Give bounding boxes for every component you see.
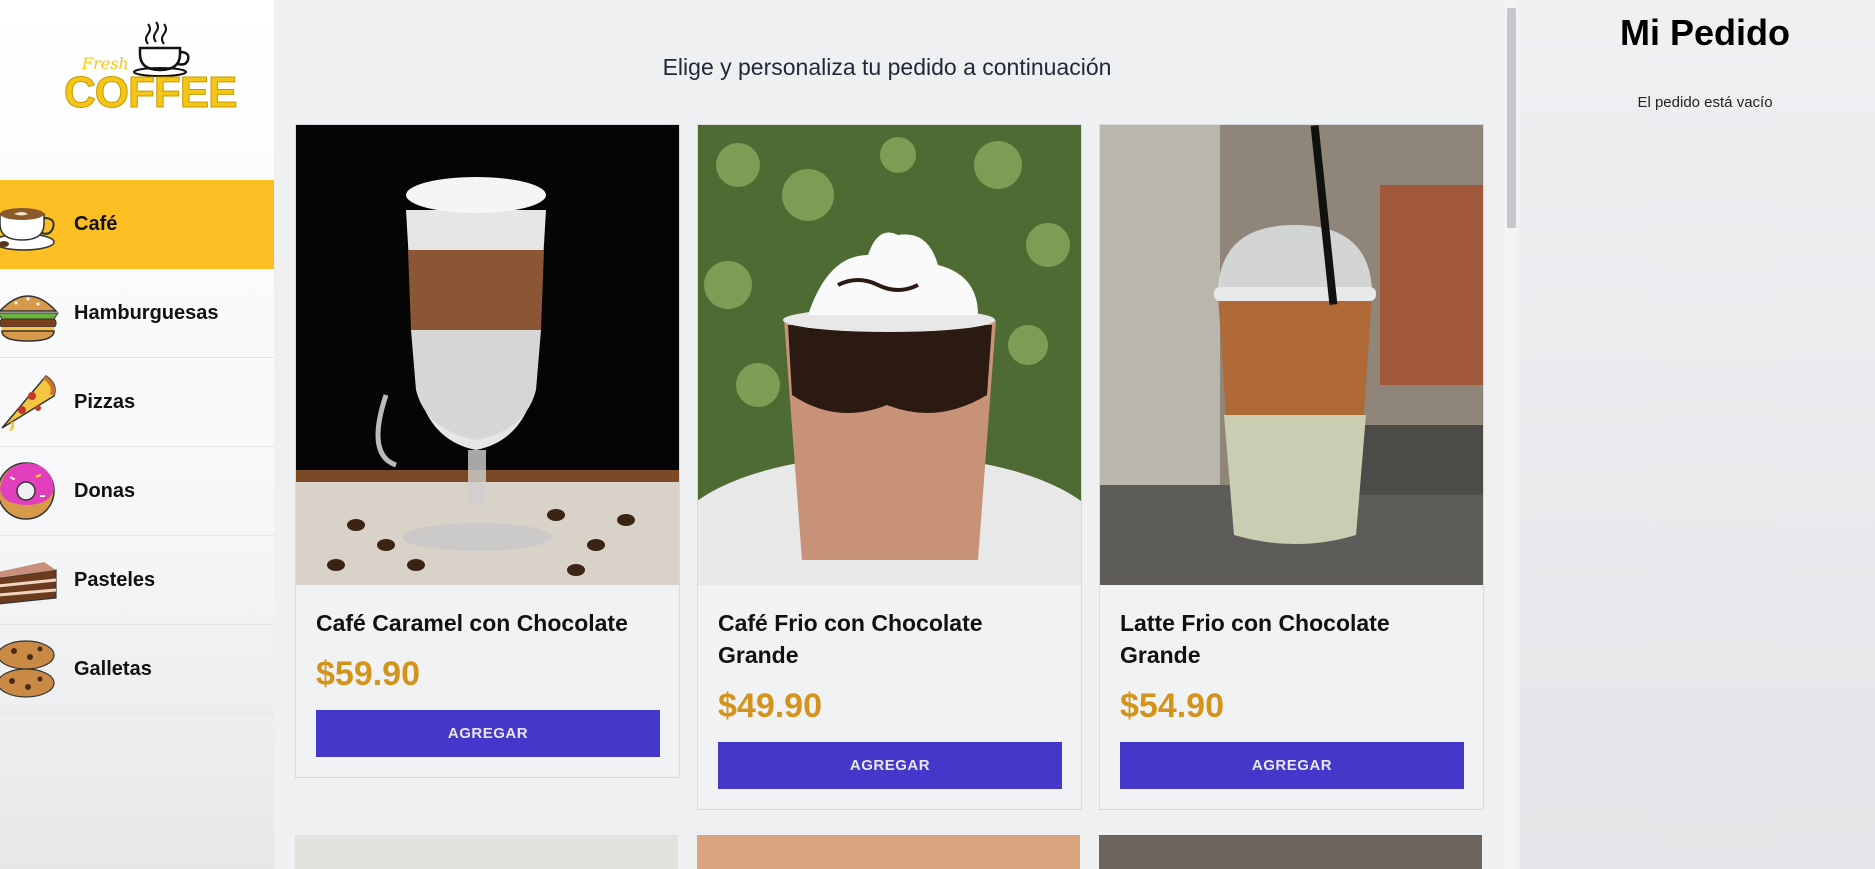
order-panel: Mi Pedido El pedido está vacío (1520, 0, 1875, 869)
main-scrollbar[interactable] (1505, 0, 1517, 869)
add-to-order-button[interactable]: AGREGAR (1120, 742, 1464, 789)
cake-icon (0, 562, 57, 605)
product-price: $54.90 (1120, 687, 1224, 725)
sidebar-item-label: Café (74, 212, 118, 235)
coffee-cup-icon (0, 208, 55, 251)
sidebar-item-label: Hamburguesas (74, 301, 219, 324)
add-to-order-button[interactable]: AGREGAR (316, 710, 660, 757)
sidebar-item-label: Galletas (74, 657, 152, 680)
scrollbar-thumb[interactable] (1507, 8, 1516, 228)
product-card: Latte Frio con Chocolate Grande $54.90 A… (1099, 124, 1484, 810)
donut-icon (0, 462, 55, 520)
sidebar-item-pasteles[interactable]: Pasteles (0, 536, 274, 625)
product-price: $49.90 (718, 687, 822, 725)
product-name: Café Caramel con Chocolate (316, 610, 628, 636)
burger-icon (0, 295, 59, 342)
product-card-body: Café Frio con Chocolate Grande $49.90 AG… (698, 585, 1081, 809)
sidebar-item-cafe[interactable]: Café (0, 180, 274, 269)
product-image (1100, 125, 1483, 585)
product-card-partial (697, 835, 1080, 869)
page-subtitle: Elige y personaliza tu pedido a continua… (662, 54, 1112, 80)
sidebar: Fresh COFFEE Café Hamburguesas Pizzas Do… (0, 0, 274, 869)
order-empty-message: El pedido está vacío (1637, 94, 1773, 111)
sidebar-item-label: Pasteles (74, 568, 156, 591)
sidebar-item-label: Pizzas (74, 390, 136, 413)
logo: Fresh COFFEE (60, 18, 238, 138)
product-name: Latte Frio con Chocolate Grande (1120, 610, 1390, 668)
product-image (698, 125, 1081, 585)
sidebar-item-galletas[interactable]: Galletas (0, 625, 274, 714)
logo-coffee-text: COFFEE (63, 68, 237, 118)
product-price: $59.90 (316, 655, 420, 693)
product-card: Café Caramel con Chocolate $59.90 AGREGA… (295, 124, 680, 778)
product-card: Café Frio con Chocolate Grande $49.90 AG… (697, 124, 1082, 810)
product-area: Elige y personaliza tu pedido a continua… (274, 0, 1500, 869)
sidebar-item-hamburguesas[interactable]: Hamburguesas (0, 269, 274, 358)
order-title: Mi Pedido (1620, 12, 1790, 53)
category-list: Café Hamburguesas Pizzas Donas Pasteles … (0, 180, 274, 714)
product-name: Café Frio con Chocolate Grande (718, 610, 983, 668)
product-card-partial (1099, 835, 1482, 869)
product-card-body: Latte Frio con Chocolate Grande $54.90 A… (1100, 585, 1483, 809)
add-to-order-button[interactable]: AGREGAR (718, 742, 1062, 789)
product-card-partial (295, 835, 678, 869)
sidebar-item-donas[interactable]: Donas (0, 447, 274, 536)
sidebar-item-label: Donas (74, 479, 136, 502)
pizza-icon (1, 375, 56, 432)
product-image (296, 125, 679, 585)
sidebar-item-pizzas[interactable]: Pizzas (0, 358, 274, 447)
product-card-body: Café Caramel con Chocolate $59.90 AGREGA… (296, 585, 679, 777)
cookie-icon (0, 640, 55, 698)
